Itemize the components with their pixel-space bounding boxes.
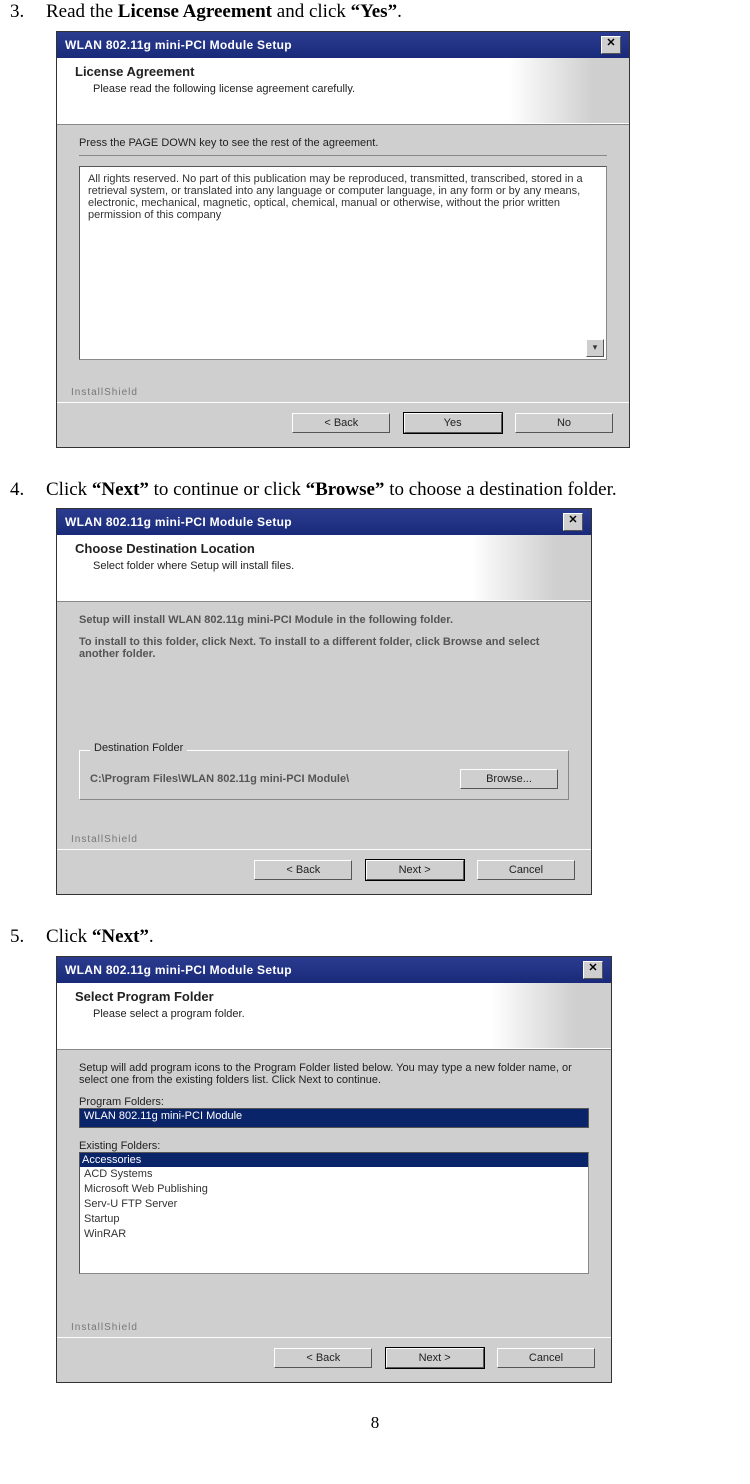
license-textbox[interactable]: All rights reserved. No part of this pub… [79, 166, 607, 360]
step-4-pre: Click [46, 479, 92, 500]
existing-folders-listbox[interactable]: Accessories ACD Systems Microsoft Web Pu… [79, 1152, 589, 1274]
program-folder-value: WLAN 802.11g mini-PCI Module [84, 1110, 242, 1122]
list-item[interactable]: Serv-U FTP Server [84, 1197, 584, 1212]
next-button[interactable]: Next > [386, 1348, 484, 1368]
step-4-mid: to continue or click [149, 479, 306, 500]
step-4-bold1: “Next” [92, 479, 149, 500]
step-3-number: 3. [10, 1, 46, 23]
program-folder-input[interactable]: WLAN 802.11g mini-PCI Module [79, 1108, 589, 1128]
step-3-bold1: License Agreement [118, 1, 272, 22]
step-5: 5. Click “Next”. [10, 925, 740, 950]
step-4-number: 4. [10, 479, 46, 501]
next-button[interactable]: Next > [366, 860, 464, 880]
close-icon[interactable]: ✕ [563, 513, 583, 531]
step-3-post: . [397, 1, 402, 22]
programfolder-dialog: WLAN 802.11g mini-PCI Module Setup ✕ Sel… [56, 956, 612, 1383]
destination-folder-legend: Destination Folder [90, 742, 187, 754]
list-item[interactable]: Microsoft Web Publishing [84, 1182, 584, 1197]
close-icon[interactable]: ✕ [601, 36, 621, 54]
destination-dialog: WLAN 802.11g mini-PCI Module Setup ✕ Cho… [56, 508, 592, 895]
license-instruction: Press the PAGE DOWN key to see the rest … [79, 137, 607, 149]
license-button-row: < Back Yes No [57, 402, 629, 447]
step-4-post: to choose a destination folder. [384, 479, 616, 500]
step-4-bold2: “Browse” [306, 479, 385, 500]
step-3-text: Read the License Agreement and click “Ye… [46, 0, 740, 25]
cancel-button[interactable]: Cancel [477, 860, 575, 880]
yes-button[interactable]: Yes [404, 413, 502, 433]
step-5-bold1: “Next” [92, 926, 149, 947]
step-3-mid: and click [272, 1, 351, 22]
destination-title: WLAN 802.11g mini-PCI Module Setup [65, 515, 563, 529]
destination-body1: Setup will install WLAN 802.11g mini-PCI… [79, 614, 569, 626]
destination-folder-fieldset: Destination Folder C:\Program Files\WLAN… [79, 750, 569, 800]
license-titlebar: WLAN 802.11g mini-PCI Module Setup ✕ [57, 32, 629, 58]
browse-button[interactable]: Browse... [460, 769, 558, 789]
step-3-bold2: “Yes” [351, 1, 397, 22]
existing-folders-label: Existing Folders: [79, 1140, 589, 1152]
program-folders-label: Program Folders: [79, 1096, 589, 1108]
step-5-pre: Click [46, 926, 92, 947]
step-5-text: Click “Next”. [46, 925, 740, 950]
destination-titlebar: WLAN 802.11g mini-PCI Module Setup ✕ [57, 509, 591, 535]
destination-path: C:\Program Files\WLAN 802.11g mini-PCI M… [90, 773, 460, 785]
destination-header-band: Choose Destination Location Select folde… [57, 535, 591, 602]
license-dialog: WLAN 802.11g mini-PCI Module Setup ✕ Lic… [56, 31, 630, 448]
step-4-text: Click “Next” to continue or click “Brows… [46, 478, 740, 503]
destination-body2: To install to this folder, click Next. T… [79, 636, 569, 660]
programfolder-titlebar: WLAN 802.11g mini-PCI Module Setup ✕ [57, 957, 611, 983]
step-3: 3. Read the License Agreement and click … [10, 0, 740, 25]
programfolder-title: WLAN 802.11g mini-PCI Module Setup [65, 963, 583, 977]
step-5-number: 5. [10, 926, 46, 948]
step-5-post: . [149, 926, 154, 947]
back-button[interactable]: < Back [254, 860, 352, 880]
license-text: All rights reserved. No part of this pub… [88, 173, 583, 221]
license-title: WLAN 802.11g mini-PCI Module Setup [65, 38, 601, 52]
list-item[interactable]: ACD Systems [84, 1167, 584, 1182]
installshield-label: InstallShield [71, 1322, 138, 1333]
no-button[interactable]: No [515, 413, 613, 433]
destination-button-row: < Back Next > Cancel [57, 849, 591, 894]
programfolder-body: Setup will add program icons to the Prog… [79, 1062, 589, 1086]
installshield-label: InstallShield [71, 834, 138, 845]
back-button[interactable]: < Back [274, 1348, 372, 1368]
programfolder-header-band: Select Program Folder Please select a pr… [57, 983, 611, 1050]
list-item[interactable]: Accessories [80, 1153, 588, 1167]
programfolder-button-row: < Back Next > Cancel [57, 1337, 611, 1382]
installshield-label: InstallShield [71, 387, 138, 398]
close-icon[interactable]: ✕ [583, 961, 603, 979]
list-item[interactable]: Startup [84, 1212, 584, 1227]
scroll-down-icon[interactable]: ▾ [586, 339, 604, 357]
step-3-pre: Read the [46, 1, 118, 22]
cancel-button[interactable]: Cancel [497, 1348, 595, 1368]
page-number: 8 [10, 1413, 740, 1433]
license-header-band: License Agreement Please read the follow… [57, 58, 629, 125]
step-4: 4. Click “Next” to continue or click “Br… [10, 478, 740, 503]
back-button[interactable]: < Back [292, 413, 390, 433]
list-item[interactable]: WinRAR [84, 1227, 584, 1242]
